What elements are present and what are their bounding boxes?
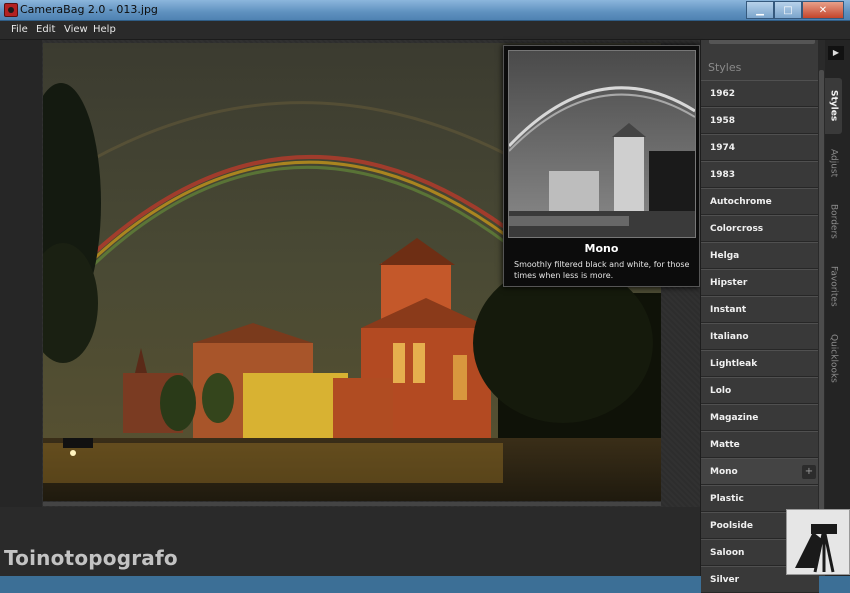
tab-quicklooks[interactable]: Quicklooks [825,326,842,390]
style-item[interactable]: Lolo [701,377,819,404]
style-item[interactable]: Colorcross [701,215,819,242]
corner-logo-image [786,509,850,575]
tab-adjust-label: Adjust [828,148,839,178]
style-item-label: Silver [710,574,740,585]
preview-mono-rendering [509,51,695,237]
style-item[interactable]: Magazine [701,404,819,431]
style-item-label: 1962 [710,88,736,99]
tab-borders[interactable]: Borders [825,196,842,246]
style-item[interactable]: Instant [701,296,819,323]
style-preview-popup: Mono Smoothly filtered black and white, … [503,45,700,287]
tab-styles[interactable]: Styles [825,78,842,134]
style-item-label: 1983 [710,169,736,180]
triangle-right-icon[interactable]: ▶ [828,46,844,60]
minimize-button[interactable]: ▁ [746,1,774,19]
style-item-label: Italiano [710,331,749,342]
panel-top-handle[interactable] [709,40,815,44]
style-item[interactable]: 1958 [701,107,819,134]
close-button[interactable]: ✕ [802,1,844,19]
preview-style-name: Mono [584,242,619,255]
style-item-label: Saloon [710,547,745,558]
watermark-text: Toinotopografo [4,546,178,570]
window-controls: ▁ □ ✕ [746,1,844,19]
styles-heading: Styles [708,61,742,74]
tab-favorites[interactable]: Favorites [825,258,842,314]
style-item[interactable]: Italiano [701,323,819,350]
styles-scrollbar[interactable] [818,40,825,536]
tab-borders-label: Borders [828,203,839,239]
menu-bar: File Edit View Help [0,21,850,40]
style-item[interactable]: 1962 [701,80,819,107]
style-item-label: Magazine [710,412,759,423]
style-item-label: Hipster [710,277,748,288]
window-title: CameraBag 2.0 - 013.jpg [20,3,158,16]
style-item[interactable]: Autochrome [701,188,819,215]
style-item-label: Autochrome [710,196,772,207]
style-item[interactable]: Plastic [701,485,819,512]
tab-styles-label: Styles [828,90,839,122]
preview-style-description: Smoothly filtered black and white, for t… [514,260,690,280]
style-item-label: Colorcross [710,223,764,234]
styles-scrollbar-thumb[interactable] [819,70,824,530]
style-item[interactable]: Helga [701,242,819,269]
style-item[interactable]: 1974 [701,134,819,161]
style-item-label: Lightleak [710,358,758,369]
style-item-label: Poolside [710,520,754,531]
tab-adjust[interactable]: Adjust [825,140,842,186]
style-item[interactable]: 1983 [701,161,819,188]
style-item-label: Matte [710,439,740,450]
corner-logo-graphic [787,510,849,574]
style-item[interactable]: Lightleak [701,350,819,377]
window-title-bar: CameraBag 2.0 - 013.jpg ▁ □ ✕ [0,0,850,21]
style-item[interactable]: Mono + [701,458,819,485]
preview-image [508,50,696,238]
styles-panel: Styles 1962 1958 1974 1983 Autochrome Colorcr… [700,40,826,593]
style-item-label: 1974 [710,142,736,153]
style-item-label: Instant [710,304,747,315]
style-item-label: Plastic [710,493,744,504]
menu-edit[interactable]: Edit [36,24,55,35]
tab-quicklooks-label: Quicklooks [828,333,839,383]
menu-file[interactable]: File [11,24,28,35]
style-item-label: Helga [710,250,740,261]
maximize-button[interactable]: □ [774,1,802,19]
plus-icon[interactable]: + [802,465,816,479]
style-item-label: 1958 [710,115,736,126]
style-item[interactable]: Matte [701,431,819,458]
camerabag-app-icon [4,3,18,17]
photo-horizontal-scrollbar[interactable] [43,502,661,506]
style-item-label: Mono [710,466,738,477]
style-item[interactable]: Hipster [701,269,819,296]
menu-view[interactable]: View [64,24,88,35]
left-gutter [0,40,42,510]
style-item-label: Lolo [710,385,732,396]
menu-help[interactable]: Help [93,24,116,35]
tab-favorites-label: Favorites [828,265,839,307]
